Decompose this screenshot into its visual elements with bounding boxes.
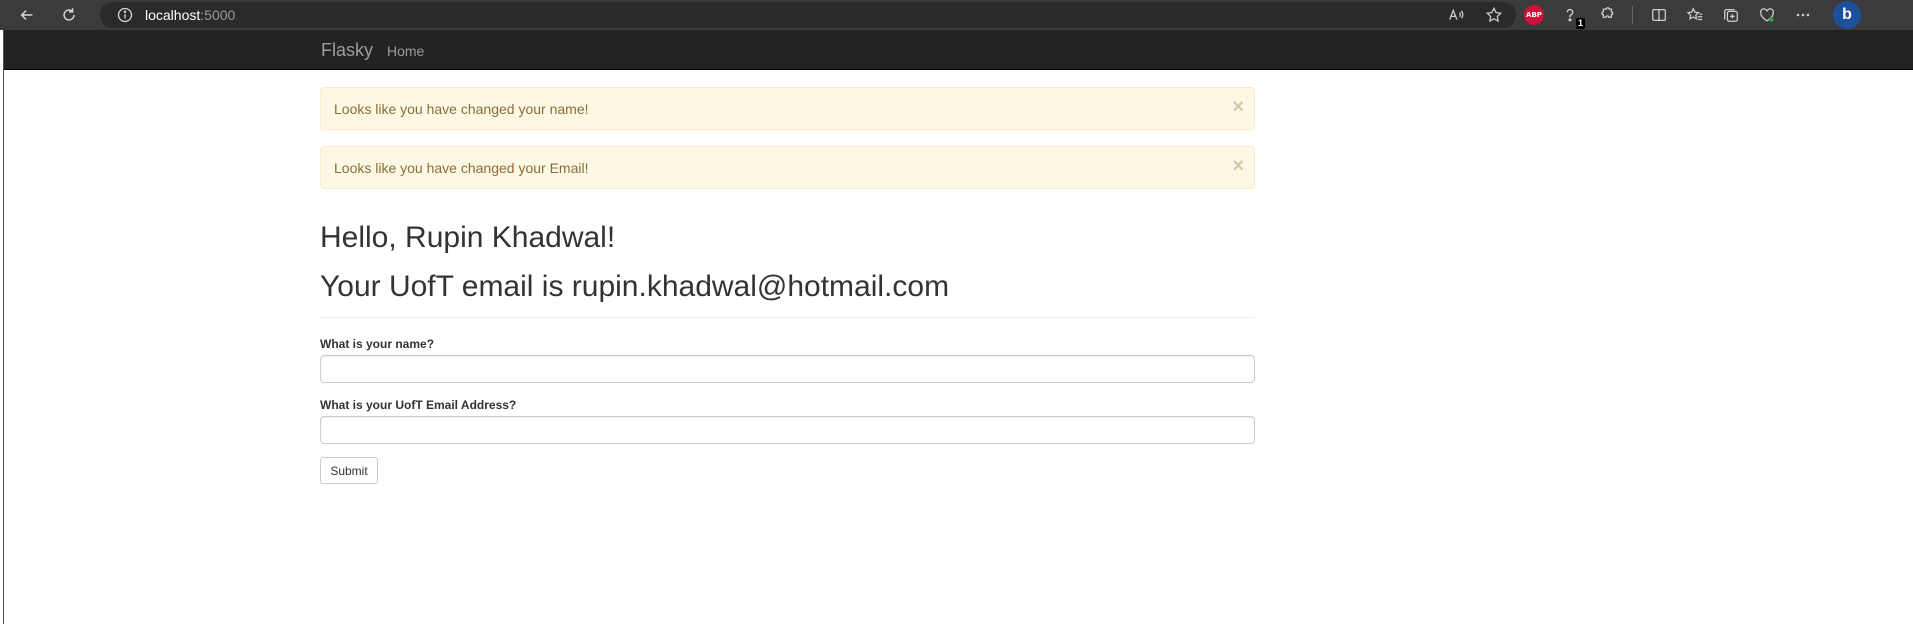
read-aloud-icon[interactable] [1446,5,1466,25]
bing-copilot-icon[interactable]: b [1833,1,1861,29]
back-arrow-icon[interactable] [12,0,42,30]
favorites-list-icon[interactable] [1685,5,1705,25]
greeting-heading: Hello, Rupin Khadwal! [320,221,616,254]
header-divider [320,317,1255,318]
url-port: :5000 [200,7,236,23]
navbar: Flasky Home [4,30,1913,70]
split-screen-icon[interactable] [1649,5,1669,25]
address-bar[interactable]: localhost:5000 [100,2,1516,28]
browser-toolbar: localhost:5000 ABP 1 b [0,0,1913,30]
name-label: What is your name? [320,337,435,351]
extensions-puzzle-icon[interactable] [1596,5,1616,25]
nav-home-link[interactable]: Home [387,43,424,59]
toolbar-separator [1632,6,1633,24]
reload-icon[interactable] [54,0,84,30]
alert-message: Looks like you have changed your name! [334,101,589,117]
name-input[interactable] [320,355,1255,383]
more-options-icon[interactable] [1793,5,1813,25]
adblock-plus-icon[interactable]: ABP [1524,5,1544,25]
flash-alert-name-changed: Looks like you have changed your name! × [320,87,1255,130]
submit-button[interactable]: Submit [320,457,378,484]
url-text[interactable]: localhost:5000 [145,7,235,23]
email-label: What is your UofT Email Address? [320,398,517,412]
alert-message: Looks like you have changed your Email! [334,160,589,176]
url-host: localhost [145,7,201,23]
extension-question-icon[interactable]: 1 [1560,5,1585,29]
alert-close-button[interactable]: × [1232,156,1244,176]
email-input[interactable] [320,416,1255,444]
web-page: Flasky Home Looks like you have changed … [3,30,1913,624]
alert-close-button[interactable]: × [1232,97,1244,117]
navbar-brand-link[interactable]: Flasky [321,40,373,61]
collections-icon[interactable] [1721,5,1741,25]
site-info-icon[interactable] [117,7,133,23]
flash-alert-email-changed: Looks like you have changed your Email! … [320,146,1255,189]
browser-essentials-icon[interactable] [1757,5,1777,25]
extension-badge: 1 [1575,18,1585,29]
favorite-star-icon[interactable] [1484,5,1504,25]
email-heading: Your UofT email is rupin.khadwal@hotmail… [320,270,950,303]
